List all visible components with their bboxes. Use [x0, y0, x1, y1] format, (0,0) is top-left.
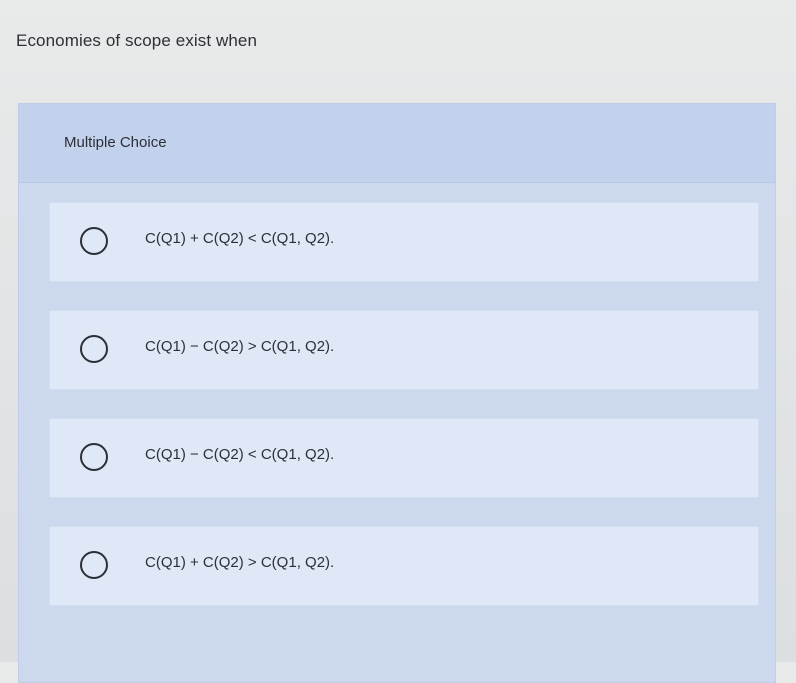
radio-button-icon[interactable]: [80, 443, 108, 471]
option-3[interactable]: C(Q1) − C(Q2) < C(Q1, Q2).: [49, 418, 759, 498]
radio-button-icon[interactable]: [80, 335, 108, 363]
question-text: Economies of scope exist when: [16, 31, 258, 50]
option-label: C(Q1) + C(Q2) > C(Q1, Q2).: [145, 554, 335, 571]
option-1[interactable]: C(Q1) + C(Q2) < C(Q1, Q2).: [49, 202, 759, 282]
panel-header: Multiple Choice: [19, 104, 775, 183]
option-label: C(Q1) − C(Q2) < C(Q1, Q2).: [145, 446, 335, 463]
radio-button-icon[interactable]: [80, 227, 108, 255]
option-2[interactable]: C(Q1) − C(Q2) > C(Q1, Q2).: [49, 310, 759, 390]
panel-title: Multiple Choice: [64, 134, 167, 151]
option-4[interactable]: C(Q1) + C(Q2) > C(Q1, Q2).: [49, 526, 759, 606]
option-label: C(Q1) + C(Q2) < C(Q1, Q2).: [145, 230, 335, 247]
radio-button-icon[interactable]: [80, 551, 108, 579]
option-label: C(Q1) − C(Q2) > C(Q1, Q2).: [145, 338, 335, 355]
multiple-choice-panel: Multiple Choice C(Q1) + C(Q2) < C(Q1, Q2…: [18, 103, 776, 683]
